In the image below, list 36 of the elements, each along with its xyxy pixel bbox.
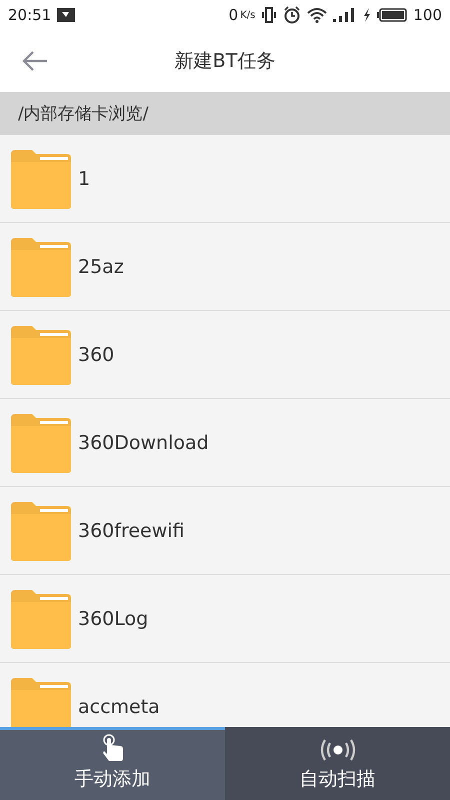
- network-speed: 0: [228, 6, 238, 24]
- battery-icon: [377, 8, 408, 22]
- folder-row[interactable]: 360freewifi: [0, 487, 450, 575]
- bottom-tab[interactable]: 手动添加: [0, 727, 225, 800]
- folder-icon: [10, 676, 72, 727]
- folder-name: 360Download: [78, 432, 209, 454]
- clock: 20:51: [8, 6, 52, 24]
- folder-row[interactable]: 360Download: [0, 399, 450, 487]
- folder-row[interactable]: 360Log: [0, 575, 450, 663]
- folder-icon: [10, 148, 72, 210]
- folder-name: 360freewifi: [78, 520, 185, 542]
- folder-icon: [10, 588, 72, 650]
- folder-row[interactable]: 1: [0, 135, 450, 223]
- battery-level: 100: [413, 6, 442, 24]
- bottom-tab[interactable]: 自动扫描: [225, 727, 450, 800]
- tap-hand-icon: [100, 734, 124, 762]
- screen-title: 新建BT任务: [174, 49, 276, 74]
- folder-icon: [10, 500, 72, 562]
- folder-name: 360: [78, 344, 114, 366]
- wifi-icon: [307, 7, 328, 23]
- alarm-icon: [283, 6, 302, 24]
- charging-icon: [363, 8, 372, 22]
- folder-path: /内部存储卡浏览/: [18, 103, 148, 125]
- speed-unit: K/s: [240, 10, 256, 20]
- folder-icon: [10, 236, 72, 298]
- folder-row[interactable]: 25az: [0, 223, 450, 311]
- notification-icon: [57, 8, 76, 22]
- folder-icon: [10, 324, 72, 386]
- folder-name: 25az: [78, 256, 124, 278]
- folder-row[interactable]: 360: [0, 311, 450, 399]
- folder-name: 1: [78, 168, 90, 190]
- folder-name: 360Log: [78, 608, 148, 630]
- back-icon: [22, 51, 48, 71]
- folder-name: accmeta: [78, 696, 160, 718]
- vibrate-icon: [261, 7, 278, 23]
- folder-icon: [10, 412, 72, 474]
